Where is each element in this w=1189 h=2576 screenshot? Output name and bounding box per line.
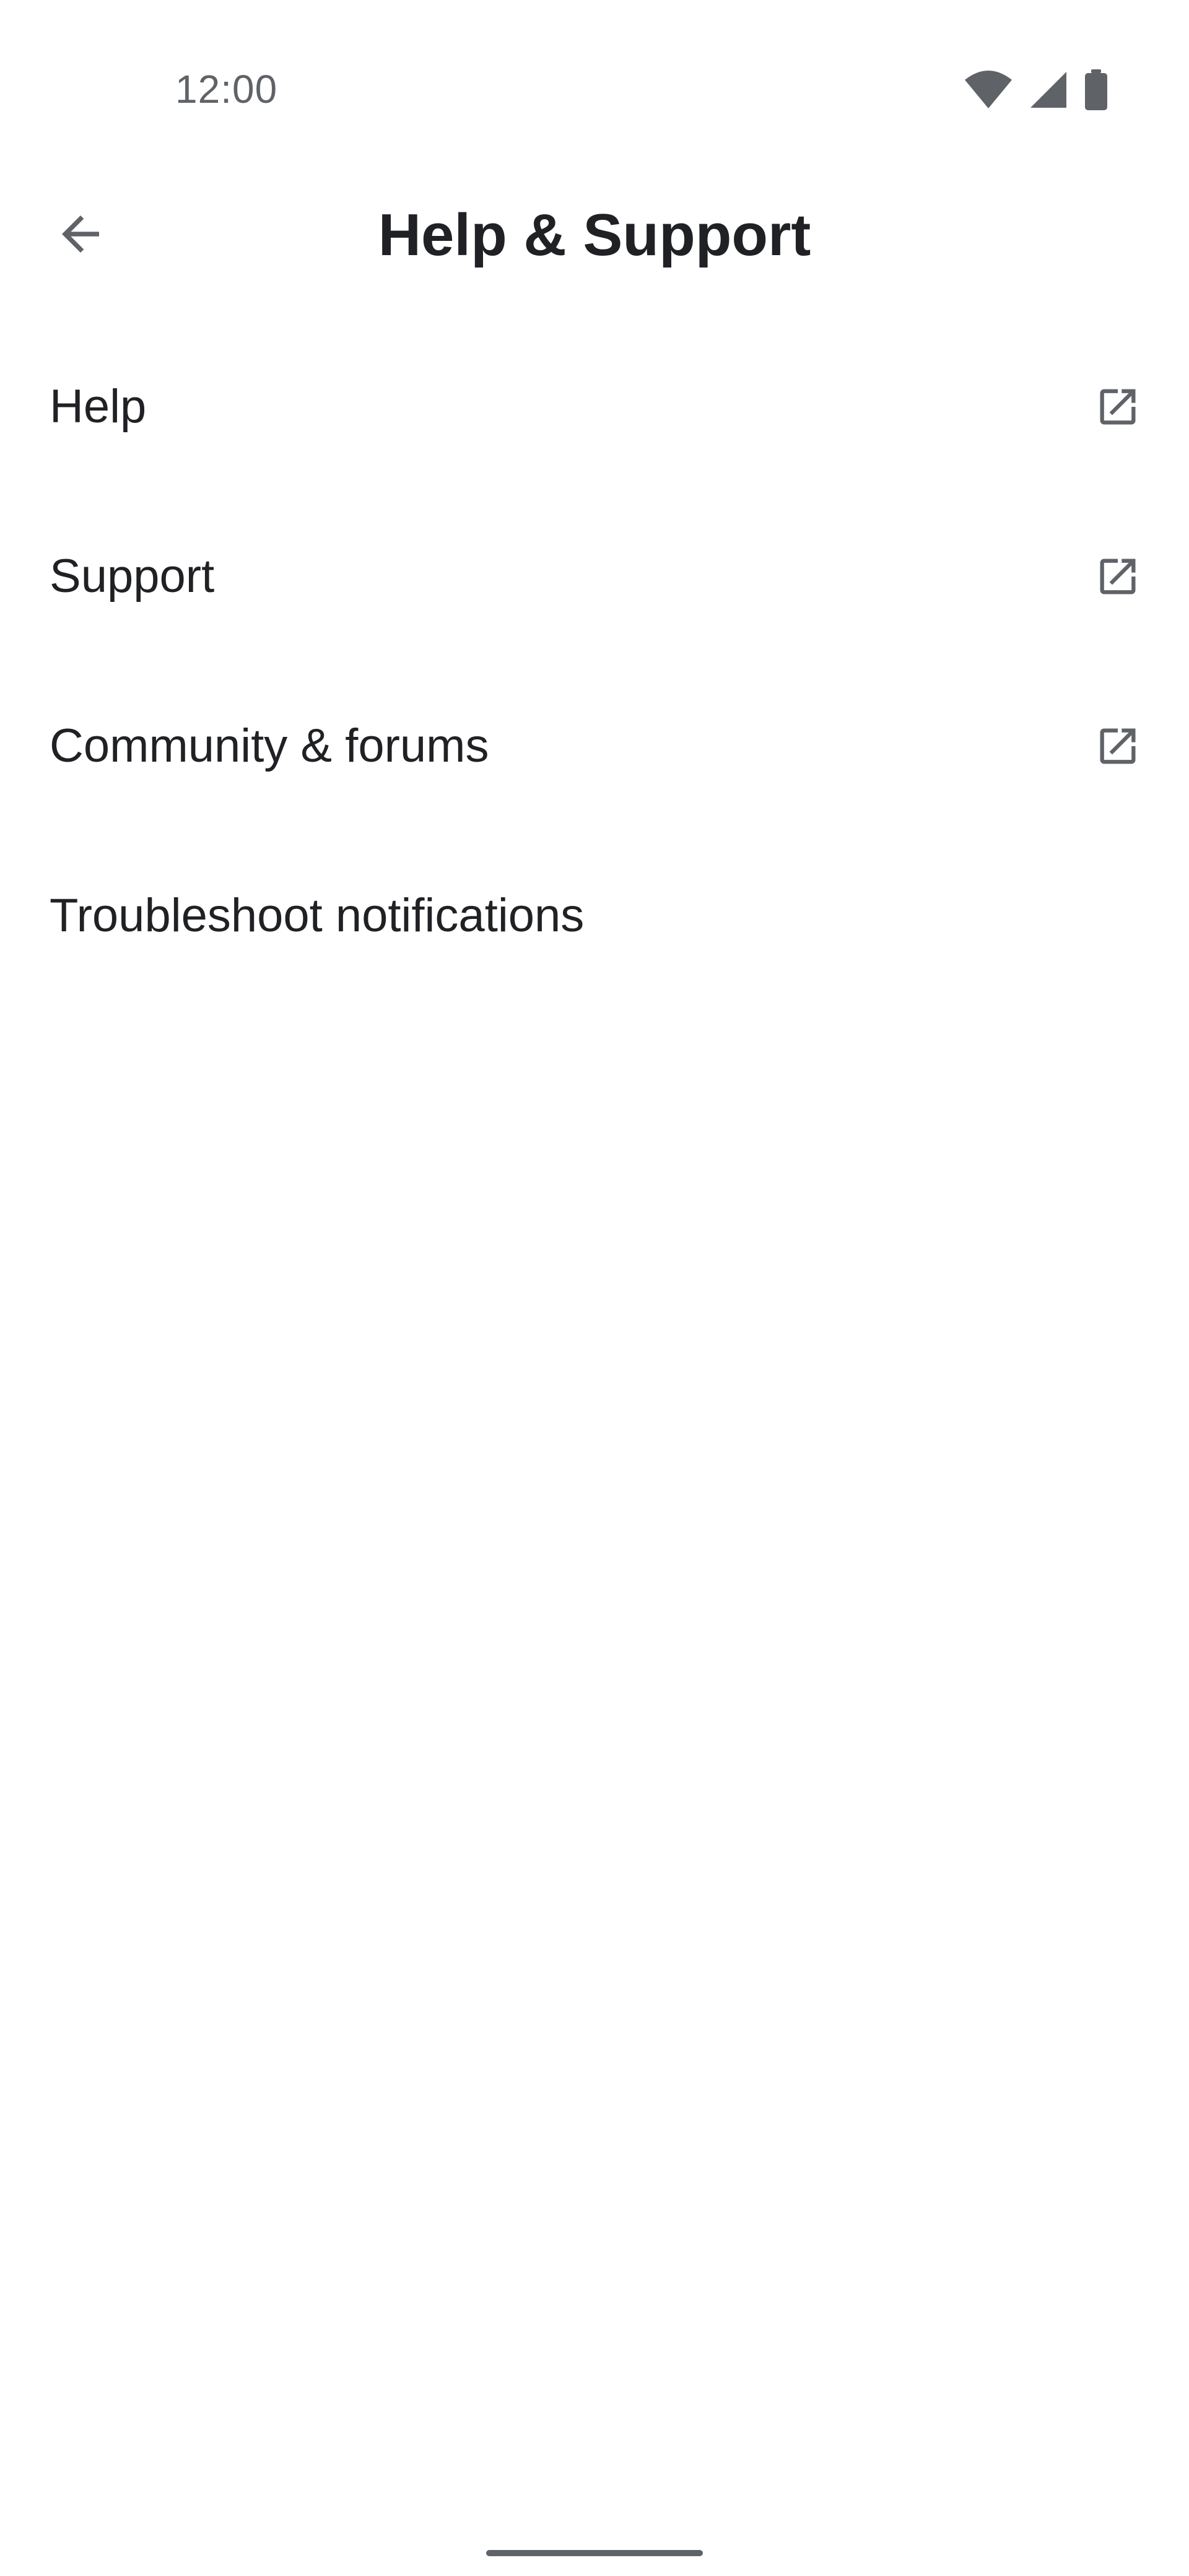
- menu-item-support[interactable]: Support: [0, 492, 1189, 661]
- menu-item-troubleshoot-notifications[interactable]: Troubleshoot notifications: [0, 831, 1189, 1001]
- menu-item-community-forums[interactable]: Community & forums: [0, 661, 1189, 831]
- menu-item-label: Support: [50, 550, 215, 603]
- signal-icon: [1029, 71, 1068, 109]
- menu-item-label: Help: [50, 380, 147, 433]
- open-in-new-icon: [1084, 712, 1152, 780]
- menu-item-label: Community & forums: [50, 720, 489, 772]
- wifi-icon: [964, 70, 1013, 110]
- menu-list: Help Support Community & forums Troubles…: [0, 322, 1189, 1001]
- menu-item-label: Troubleshoot notifications: [50, 889, 585, 942]
- page-title: Help & Support: [378, 202, 811, 268]
- status-time: 12:00: [175, 67, 278, 111]
- gesture-nav-bar[interactable]: [486, 2550, 703, 2556]
- open-in-new-icon: [1084, 542, 1152, 611]
- status-bar: 12:00: [0, 0, 1189, 149]
- menu-item-help[interactable]: Help: [0, 322, 1189, 492]
- app-bar: Help & Support: [0, 149, 1189, 322]
- open-in-new-icon: [1084, 373, 1152, 441]
- battery-icon: [1084, 69, 1108, 110]
- status-icons: [964, 68, 1108, 111]
